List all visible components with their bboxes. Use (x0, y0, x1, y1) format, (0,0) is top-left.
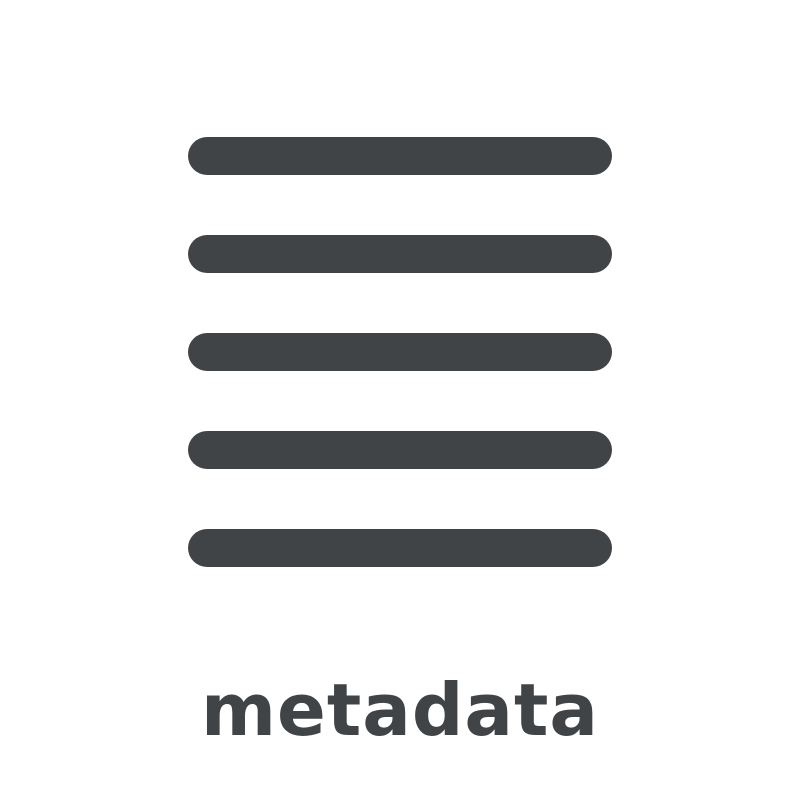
lines-list-icon (188, 137, 612, 567)
icon-label: metadata (201, 668, 599, 752)
line-bar (188, 137, 612, 175)
line-bar (188, 333, 612, 371)
line-bar (188, 529, 612, 567)
line-bar (188, 431, 612, 469)
metadata-icon-tile: metadata (0, 0, 800, 800)
line-bar (188, 235, 612, 273)
